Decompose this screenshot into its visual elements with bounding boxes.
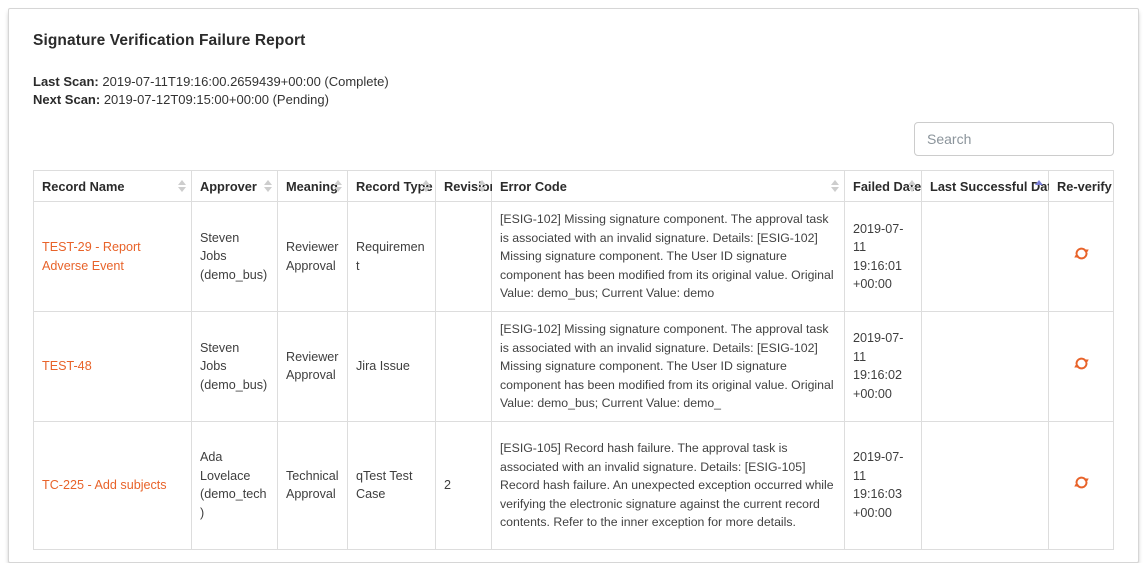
last-scan-label: Last Scan: (33, 74, 99, 89)
reverify-cell (1049, 202, 1114, 312)
sort-icon (178, 180, 186, 192)
reverify-cell (1049, 421, 1114, 549)
last-successful-date-cell (922, 312, 1049, 422)
column-header-last-successful-date[interactable]: Last Successful Date (922, 171, 1049, 202)
refresh-icon (1074, 356, 1089, 371)
page-title: Signature Verification Failure Report (33, 32, 1114, 50)
scan-info: Last Scan: 2019-07-11T19:16:00.2659439+0… (33, 73, 1114, 108)
column-header-re-verify: Re-verify (1049, 171, 1114, 202)
failed-date-cell: 2019-07-11 19:16:01 +00:00 (845, 202, 922, 312)
table-row: TEST-48 Steven Jobs (demo_bus) Reviewer … (34, 312, 1114, 422)
column-header-error-code[interactable]: Error Code (492, 171, 845, 202)
reverify-button[interactable] (1074, 475, 1089, 490)
meaning-cell: Reviewer Approval (278, 312, 348, 422)
record-type-cell: Requirement (348, 202, 436, 312)
failed-date-cell: 2019-07-11 19:16:02 +00:00 (845, 312, 922, 422)
record-link[interactable]: TEST-48 (42, 359, 92, 373)
error-code-cell: [ESIG-102] Missing signature component. … (492, 312, 845, 422)
error-code-cell: [ESIG-102] Missing signature component. … (492, 202, 845, 312)
revision-cell: 2 (436, 421, 492, 549)
record-link[interactable]: TC-225 - Add subjects (42, 478, 167, 492)
reverify-button[interactable] (1074, 246, 1089, 261)
next-scan-line: Next Scan: 2019-07-12T09:15:00+00:00 (Pe… (33, 91, 1114, 109)
sort-icon (478, 180, 486, 192)
search-input[interactable] (914, 122, 1114, 156)
failed-date-cell: 2019-07-11 19:16:03 +00:00 (845, 421, 922, 549)
next-scan-label: Next Scan: (33, 92, 100, 107)
header-row: Record Name Approver Meaning Record Type… (34, 171, 1114, 202)
sort-icon (422, 180, 430, 192)
record-type-cell: qTest Test Case (348, 421, 436, 549)
table-row: TC-225 - Add subjects Ada Lovelace (demo… (34, 421, 1114, 549)
sort-icon (831, 180, 839, 192)
reverify-cell (1049, 312, 1114, 422)
last-successful-date-cell (922, 421, 1049, 549)
record-link[interactable]: TEST-29 - Report Adverse Event (42, 240, 141, 273)
approver-cell: Steven Jobs (demo_bus) (192, 312, 278, 422)
sort-icon (334, 180, 342, 192)
column-header-meaning[interactable]: Meaning (278, 171, 348, 202)
sort-icon (264, 180, 272, 192)
report-card: Signature Verification Failure Report La… (8, 8, 1139, 563)
reverify-button[interactable] (1074, 356, 1089, 371)
column-header-record-type[interactable]: Record Type (348, 171, 436, 202)
approver-cell: Ada Lovelace (demo_tech) (192, 421, 278, 549)
column-header-approver[interactable]: Approver (192, 171, 278, 202)
failure-report-table: Record Name Approver Meaning Record Type… (33, 170, 1114, 550)
meaning-cell: Reviewer Approval (278, 202, 348, 312)
column-header-failed-date[interactable]: Failed Date (845, 171, 922, 202)
last-scan-line: Last Scan: 2019-07-11T19:16:00.2659439+0… (33, 73, 1114, 91)
table-row: TEST-29 - Report Adverse Event Steven Jo… (34, 202, 1114, 312)
last-scan-value: 2019-07-11T19:16:00.2659439+00:00 (Compl… (102, 74, 388, 89)
meaning-cell: Technical Approval (278, 421, 348, 549)
column-header-revision[interactable]: Revision (436, 171, 492, 202)
column-header-record-name[interactable]: Record Name (34, 171, 192, 202)
revision-cell (436, 312, 492, 422)
sort-icon (908, 180, 916, 192)
revision-cell (436, 202, 492, 312)
search-row (33, 122, 1114, 156)
refresh-icon (1074, 475, 1089, 490)
last-successful-date-cell (922, 202, 1049, 312)
error-code-cell: [ESIG-105] Record hash failure. The appr… (492, 421, 845, 549)
record-type-cell: Jira Issue (348, 312, 436, 422)
refresh-icon (1074, 246, 1089, 261)
sort-asc-icon (1035, 180, 1043, 192)
next-scan-value: 2019-07-12T09:15:00+00:00 (Pending) (104, 92, 329, 107)
approver-cell: Steven Jobs (demo_bus) (192, 202, 278, 312)
